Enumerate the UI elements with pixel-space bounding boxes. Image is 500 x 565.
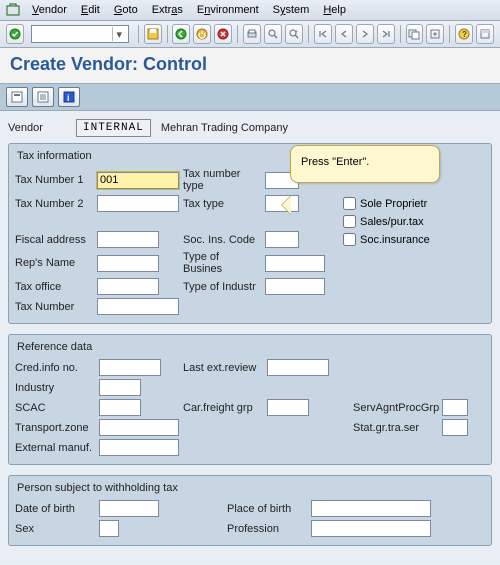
ref-group-title: Reference data — [15, 339, 485, 359]
soc-ins-code-label: Soc. Ins. Code — [183, 234, 261, 246]
sole-prop-checkbox[interactable]: Sole Proprietr — [343, 197, 443, 210]
menu-system[interactable]: System — [267, 2, 316, 18]
menu-extras[interactable]: Extras — [146, 2, 189, 18]
reps-name-label: Rep's Name — [15, 257, 93, 269]
pob-label: Place of birth — [227, 503, 307, 515]
other-vendor-button[interactable] — [6, 87, 28, 107]
vendor-name: Mehran Trading Company — [161, 122, 288, 134]
vendor-label: Vendor — [8, 122, 66, 134]
next-page-button[interactable] — [356, 24, 374, 44]
hint-text: Press "Enter". — [301, 156, 369, 168]
tax-number-input[interactable] — [97, 298, 179, 315]
save-button[interactable] — [144, 24, 162, 44]
transport-zone-label: Transport.zone — [15, 422, 95, 434]
last-ext-review-label: Last ext.review — [183, 362, 263, 374]
car-freight-input[interactable] — [267, 399, 309, 416]
tax-office-input[interactable] — [97, 278, 159, 295]
sex-input[interactable] — [99, 520, 119, 537]
pob-input[interactable] — [311, 500, 431, 517]
tax-number2-input[interactable] — [97, 195, 179, 212]
last-page-button[interactable] — [377, 24, 395, 44]
sales-pur-checkbox[interactable]: Sales/pur.tax — [343, 215, 443, 228]
command-field[interactable]: ▾ — [31, 25, 129, 43]
tax-type-label: Tax type — [183, 198, 261, 210]
withholding-group: Person subject to withholding tax Date o… — [8, 475, 492, 546]
type-industry-input[interactable] — [265, 278, 325, 295]
menu-goto[interactable]: Goto — [108, 2, 144, 18]
tax-office-label: Tax office — [15, 281, 93, 293]
last-ext-review-input[interactable] — [267, 359, 329, 376]
scac-input[interactable] — [99, 399, 141, 416]
type-business-input[interactable] — [265, 255, 325, 272]
find-button[interactable] — [264, 24, 282, 44]
reps-name-input[interactable] — [97, 255, 159, 272]
content-area: Vendor INTERNAL Mehran Trading Company P… — [0, 111, 500, 564]
tax-number-type-label: Tax number type — [183, 168, 261, 192]
menu-environment[interactable]: Environment — [191, 2, 265, 18]
vendor-header-row: Vendor INTERNAL Mehran Trading Company — [8, 119, 492, 137]
reference-data-group: Reference data Cred.info no. Last ext.re… — [8, 334, 492, 465]
stat-gr-label: Stat.gr.tra.ser — [353, 422, 438, 434]
stat-gr-input[interactable] — [442, 419, 468, 436]
car-freight-label: Car.freight grp — [183, 402, 263, 414]
menu-edit[interactable]: Edit — [75, 2, 106, 18]
back-button[interactable] — [172, 24, 190, 44]
shortcut-button[interactable] — [426, 24, 444, 44]
transport-zone-input[interactable] — [99, 419, 179, 436]
info-button[interactable]: i — [58, 87, 80, 107]
tax-number2-label: Tax Number 2 — [15, 198, 93, 210]
soc-insurance-checkbox[interactable]: Soc.insurance — [343, 233, 443, 246]
cred-info-label: Cred.info no. — [15, 362, 95, 374]
new-session-button[interactable] — [406, 24, 424, 44]
enter-button[interactable] — [6, 24, 24, 44]
external-manuf-label: External manuf. — [15, 442, 95, 454]
external-manuf-input[interactable] — [99, 439, 179, 456]
cred-info-input[interactable] — [99, 359, 161, 376]
industry-label: Industry — [15, 382, 95, 394]
menu-help[interactable]: Help — [317, 2, 352, 18]
type-industry-label: Type of Industr — [183, 281, 261, 293]
scac-label: SCAC — [15, 402, 95, 414]
profession-label: Profession — [227, 523, 307, 535]
tax-number1-label: Tax Number 1 — [15, 174, 93, 186]
find-next-button[interactable]: + — [285, 24, 303, 44]
app-toolbar: i — [0, 83, 500, 111]
fiscal-address-label: Fiscal address — [15, 234, 93, 246]
tax-number-label: Tax Number — [15, 301, 93, 313]
type-business-label: Type of Busines — [183, 251, 261, 275]
standard-toolbar: ▾ + ? — [0, 21, 500, 48]
cancel-button[interactable] — [214, 24, 232, 44]
sex-label: Sex — [15, 523, 95, 535]
svg-text:+: + — [295, 29, 298, 35]
industry-input[interactable] — [99, 379, 141, 396]
prev-page-button[interactable] — [335, 24, 353, 44]
print-button[interactable] — [243, 24, 261, 44]
dob-input[interactable] — [99, 500, 159, 517]
help-button[interactable]: ? — [455, 24, 473, 44]
command-dropdown-icon[interactable]: ▾ — [112, 27, 126, 41]
fiscal-address-input[interactable] — [97, 231, 159, 248]
svg-text:i: i — [67, 93, 70, 103]
menu-bar: VVendorendor Edit Goto Extras Environmen… — [0, 0, 500, 21]
first-page-button[interactable] — [314, 24, 332, 44]
page-title: Create Vendor: Control — [0, 48, 500, 83]
tax-number1-input[interactable] — [97, 172, 179, 189]
session-icon — [6, 3, 20, 17]
serv-agnt-label: ServAgntProcGrp — [353, 402, 438, 414]
vendor-code: INTERNAL — [76, 119, 151, 137]
additional-data-button[interactable] — [32, 87, 54, 107]
dob-label: Date of birth — [15, 503, 95, 515]
exit-button[interactable] — [193, 24, 211, 44]
hint-tooltip: Press "Enter". — [290, 145, 440, 183]
layout-button[interactable] — [476, 24, 494, 44]
serv-agnt-input[interactable] — [442, 399, 468, 416]
menu-vendor[interactable]: VVendorendor — [26, 2, 73, 18]
profession-input[interactable] — [311, 520, 431, 537]
svg-text:?: ? — [462, 30, 467, 39]
with-group-title: Person subject to withholding tax — [15, 480, 485, 500]
soc-ins-code-input[interactable] — [265, 231, 299, 248]
